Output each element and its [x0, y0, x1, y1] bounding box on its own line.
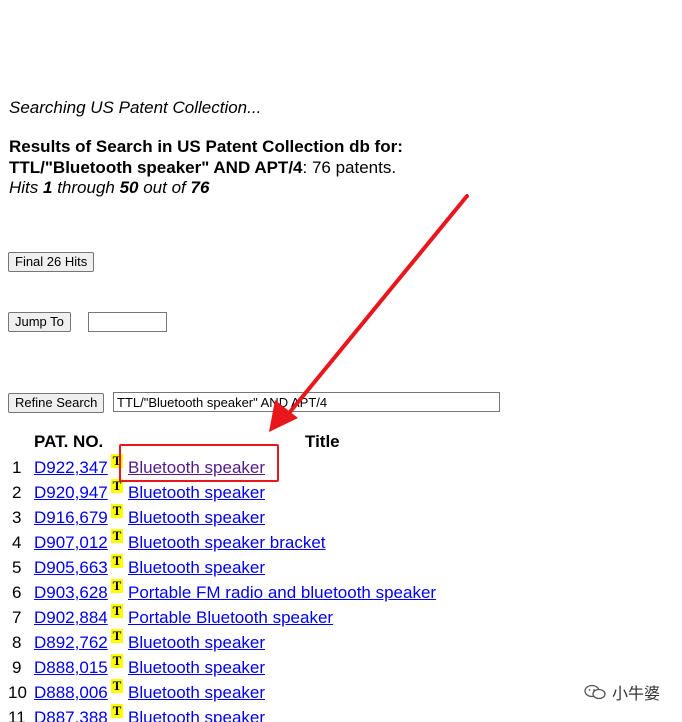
annotation-highlight-box	[119, 444, 279, 482]
patent-title-link[interactable]: Portable FM radio and bluetooth speaker	[128, 583, 436, 603]
row-number: 2	[12, 483, 22, 502]
column-header-title: Title	[305, 432, 340, 451]
patent-number-link[interactable]: D907,012	[34, 533, 108, 553]
row-number: 4	[12, 533, 22, 552]
text-icon[interactable]: T	[111, 504, 123, 518]
results-title: Results of Search in US Patent Collectio…	[9, 137, 403, 156]
hits-summary: Hits 1 through 50 out of 76	[9, 178, 209, 198]
patent-number-link[interactable]: D887,388	[34, 708, 108, 722]
row-number: 8	[12, 633, 22, 652]
patent-number-link[interactable]: D916,679	[34, 508, 108, 528]
text-icon[interactable]: T	[111, 629, 123, 643]
patent-number-link[interactable]: D888,015	[34, 658, 108, 678]
patent-number-link[interactable]: D892,762	[34, 633, 108, 653]
patent-title-link[interactable]: Portable Bluetooth speaker	[128, 608, 333, 628]
jump-to-input[interactable]	[88, 312, 167, 332]
patent-number-link[interactable]: D902,884	[34, 608, 108, 628]
jump-to-button[interactable]: Jump To	[8, 312, 71, 332]
text-icon[interactable]: T	[111, 679, 123, 693]
patent-title-link[interactable]: Bluetooth speaker	[128, 708, 265, 722]
row-number: 11	[8, 708, 26, 722]
patent-count: : 76 patents.	[302, 158, 397, 177]
patent-number-link[interactable]: D922,347	[34, 458, 108, 478]
patent-number-link[interactable]: D920,947	[34, 483, 108, 503]
patent-title-link[interactable]: Bluetooth speaker	[128, 633, 265, 653]
text-icon[interactable]: T	[111, 579, 123, 593]
search-query: TTL/"Bluetooth speaker" AND APT/4	[9, 158, 303, 177]
refine-search-input[interactable]	[113, 392, 500, 412]
patent-title-link[interactable]: Bluetooth speaker	[128, 558, 265, 578]
hits-total: 76	[190, 178, 210, 197]
patent-title-link[interactable]: Bluetooth speaker	[128, 683, 265, 703]
row-number: 9	[12, 658, 22, 677]
column-header-patno: PAT. NO.	[34, 432, 104, 451]
row-number: 7	[12, 608, 22, 627]
text-icon[interactable]: T	[111, 654, 123, 668]
patent-title-link[interactable]: Bluetooth speaker	[128, 658, 265, 678]
row-number: 5	[12, 558, 22, 577]
row-number: 1	[12, 458, 22, 477]
wechat-icon	[584, 684, 606, 700]
hits-prefix: Hits	[9, 178, 43, 197]
text-icon[interactable]: T	[111, 604, 123, 618]
text-icon[interactable]: T	[111, 554, 123, 568]
patent-number-link[interactable]: D888,006	[34, 683, 108, 703]
hits-through: through	[52, 178, 120, 197]
watermark-text: 小牛婆	[611, 686, 660, 703]
patent-title-link[interactable]: Bluetooth speaker	[128, 508, 265, 528]
patent-search-page: Searching US Patent Collection... Result…	[0, 0, 682, 722]
final-hits-button[interactable]: Final 26 Hits	[8, 252, 95, 272]
hits-outof: out of	[138, 178, 191, 197]
row-number: 10	[8, 683, 27, 702]
row-number: 6	[12, 583, 22, 602]
patent-number-link[interactable]: D903,628	[34, 583, 108, 603]
row-number: 3	[12, 508, 22, 527]
patent-title-link[interactable]: Bluetooth speaker	[128, 483, 265, 503]
searching-status: Searching US Patent Collection...	[9, 98, 262, 117]
refine-search-button[interactable]: Refine Search	[8, 393, 105, 413]
hits-to: 50	[119, 178, 139, 197]
patent-number-link[interactable]: D905,663	[34, 558, 108, 578]
patent-title-link[interactable]: Bluetooth speaker bracket	[128, 533, 326, 553]
text-icon[interactable]: T	[111, 704, 123, 718]
results-header: Results of Search in US Patent Collectio…	[9, 136, 403, 178]
text-icon[interactable]: T	[111, 529, 123, 543]
watermark: 小牛婆	[584, 680, 660, 704]
